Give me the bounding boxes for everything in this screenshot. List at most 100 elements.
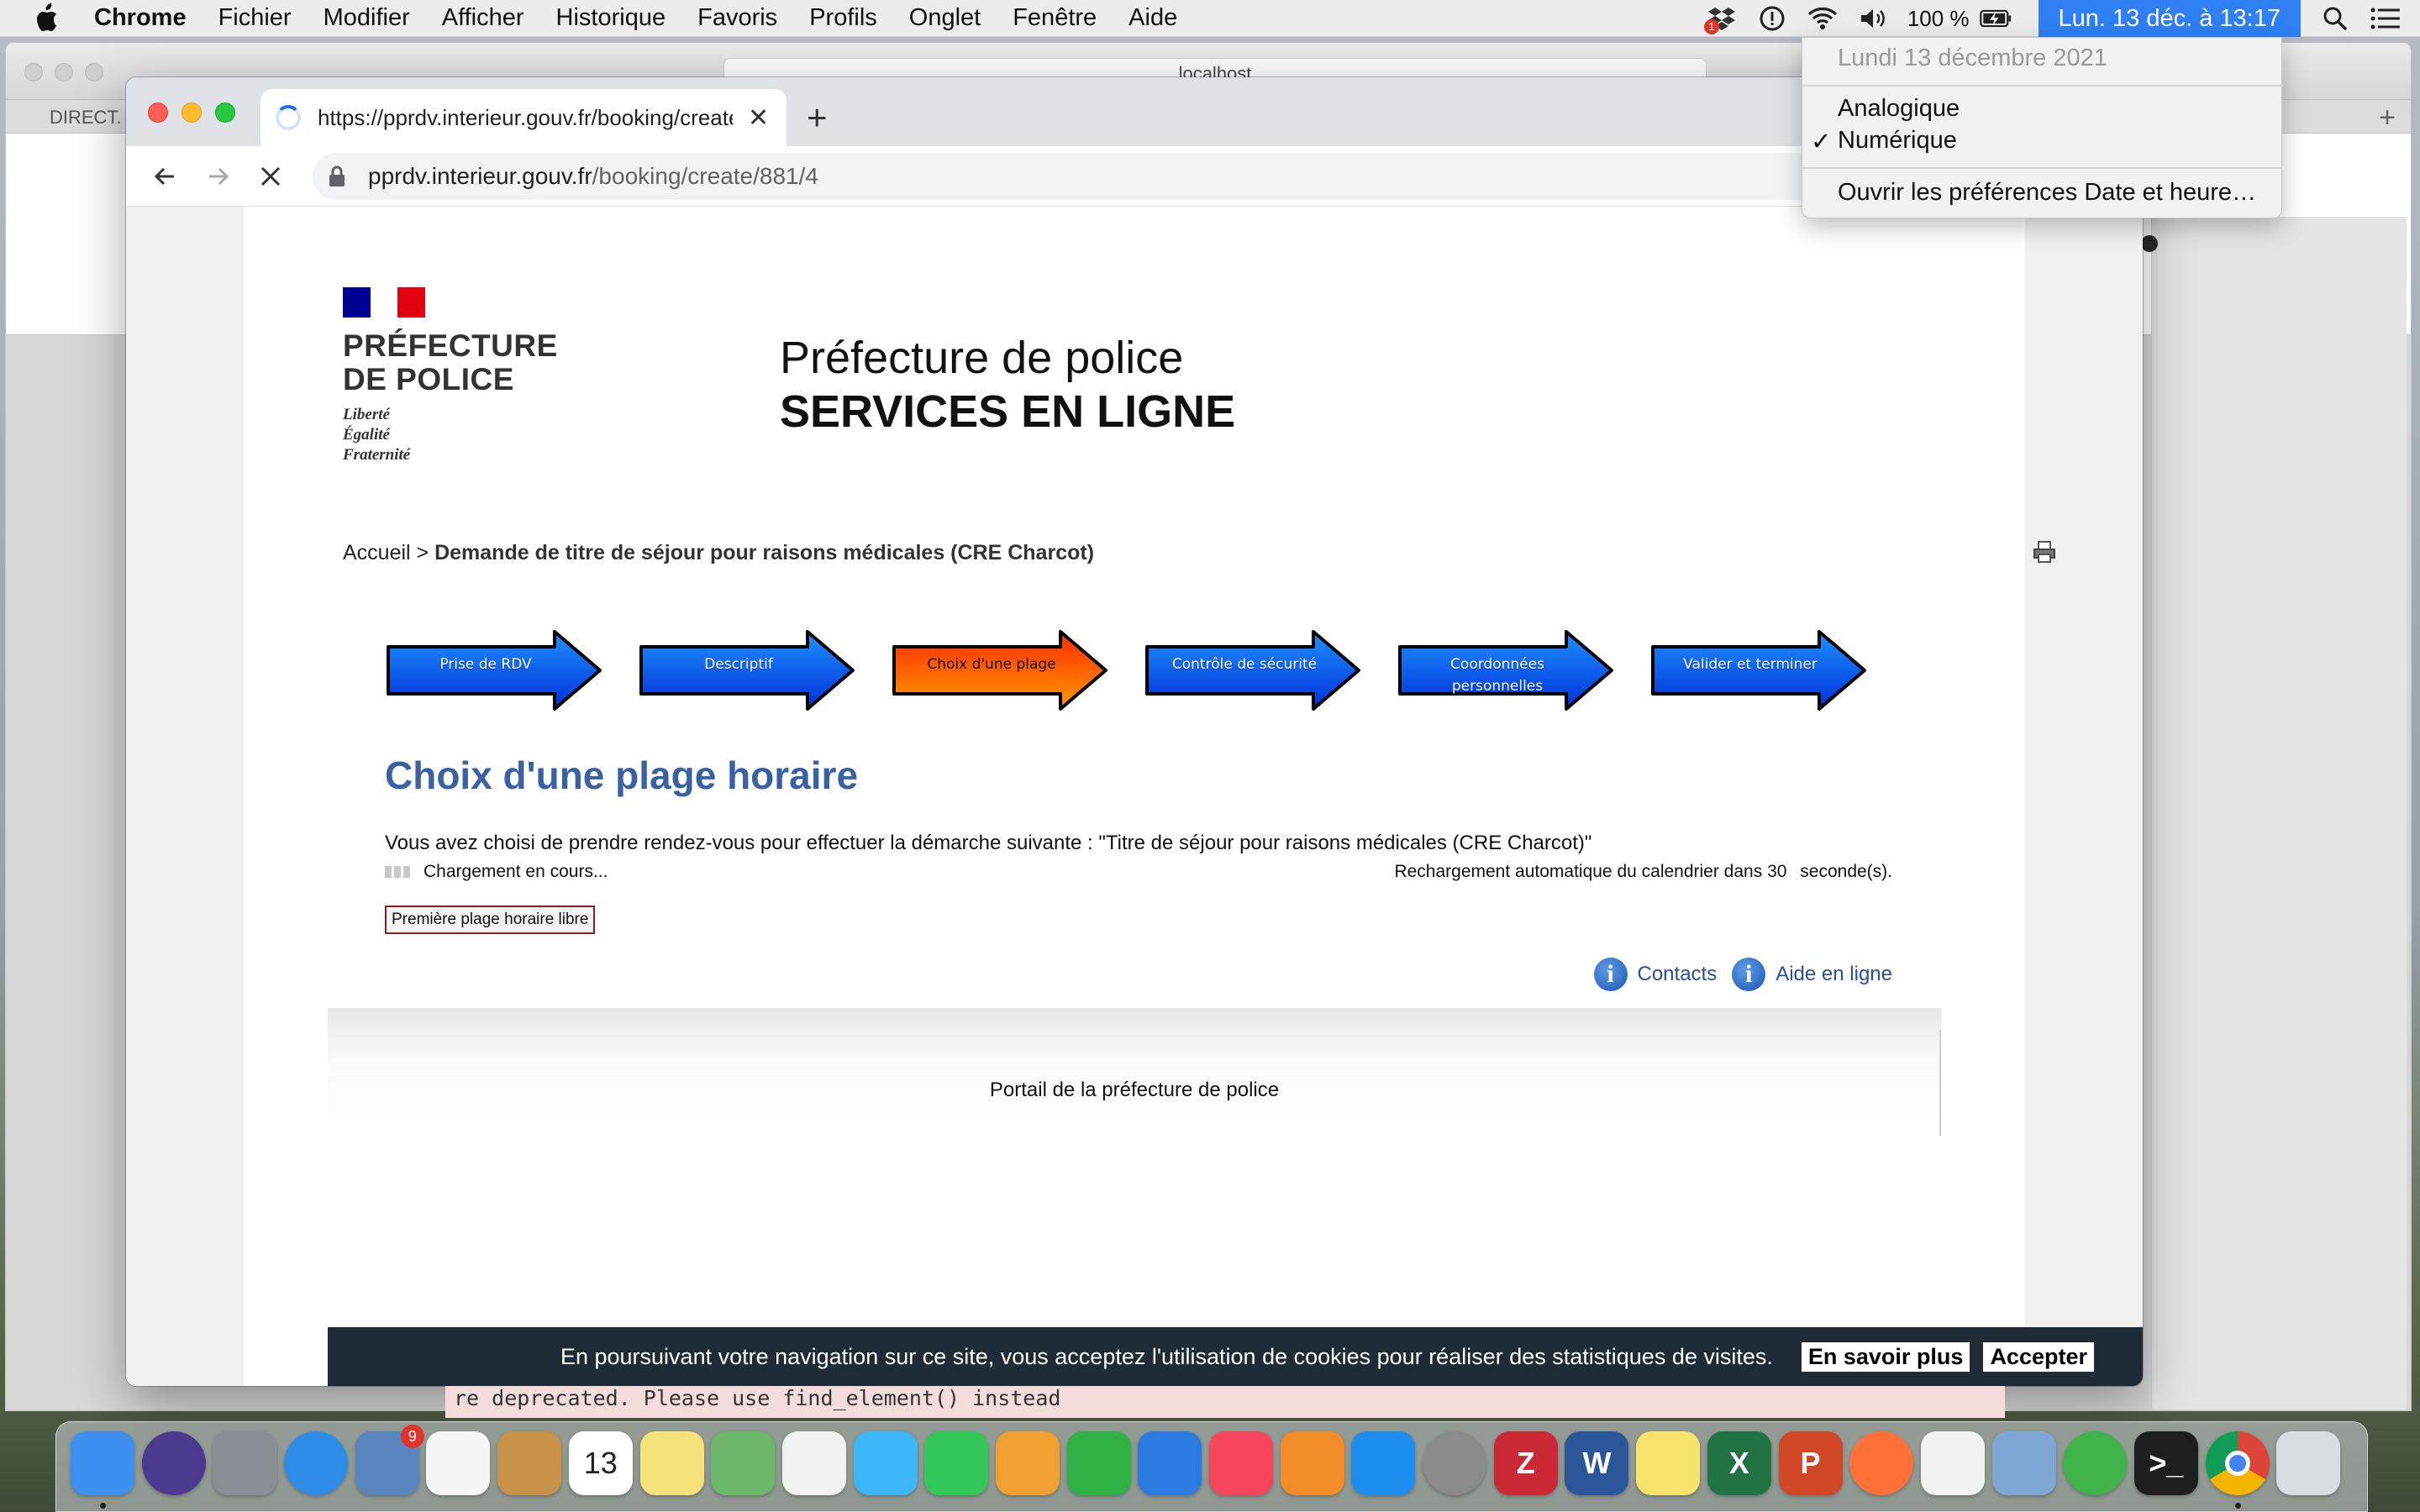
zoom-window-button[interactable] (215, 102, 235, 123)
apple-menu-icon[interactable] (34, 3, 59, 34)
online-help-link[interactable]: i Aide en ligne (1732, 958, 1892, 991)
info-icon: i (1732, 958, 1766, 991)
menu-fichier[interactable]: Fichier (218, 4, 292, 32)
excel-icon[interactable]: X (1707, 1431, 1771, 1495)
step-coordonnees: Coordonnées personnelles (1397, 628, 1617, 712)
notification-center-icon[interactable] (2370, 4, 2402, 33)
new-tab-button[interactable]: + (807, 97, 828, 138)
wifi-icon[interactable] (1807, 4, 1839, 33)
dropdown-separator (1802, 167, 2283, 169)
menu-modifier[interactable]: Modifier (324, 4, 410, 32)
menu-favoris[interactable]: Favoris (697, 4, 777, 32)
forward-arrow-icon (209, 167, 229, 186)
contacts-icon[interactable] (497, 1431, 562, 1495)
french-flag-icon (343, 287, 426, 318)
textedit-icon[interactable] (1920, 1431, 1985, 1495)
books-icon[interactable] (1280, 1431, 1344, 1495)
trash-icon[interactable] (2276, 1431, 2341, 1495)
background-side-panel (2151, 217, 2407, 1410)
volume-icon[interactable] (1857, 4, 1889, 33)
motto-egalite: Égalité (343, 426, 390, 444)
pages-icon[interactable] (995, 1431, 1060, 1495)
back-button[interactable] (148, 160, 182, 193)
battery-charging-icon[interactable] (1979, 4, 2012, 33)
launchpad-icon[interactable] (213, 1431, 277, 1495)
menu-profils[interactable]: Profils (809, 4, 877, 32)
menu-aide[interactable]: Aide (1128, 4, 1177, 32)
calendar-icon[interactable]: 13 (568, 1431, 633, 1495)
logo-motto: Liberté Égalité Fraternité (343, 405, 544, 465)
back-arrow-icon (154, 167, 174, 186)
loading-bars-icon (385, 866, 410, 878)
flag-red (397, 287, 426, 318)
close-tab-icon[interactable]: ✕ (748, 103, 769, 133)
notes-icon[interactable] (639, 1431, 704, 1495)
minimize-window-button[interactable] (182, 102, 202, 123)
forward-button[interactable] (202, 160, 235, 193)
menu-afficher[interactable]: Afficher (442, 4, 524, 32)
close-window-button[interactable] (148, 102, 168, 123)
step-choix-plage: Choix d'une plage (891, 628, 1111, 712)
dropbox-icon[interactable]: 1 (1703, 4, 1738, 34)
terminal-icon[interactable]: >_ (2133, 1431, 2198, 1495)
zotero-icon[interactable]: Z (1493, 1431, 1558, 1495)
help-links: i Contacts i Aide en ligne (1579, 958, 1892, 991)
portal-link[interactable]: Portail de la préfecture de police (244, 1079, 2025, 1102)
safari-icon[interactable] (284, 1431, 349, 1495)
flag-blue (343, 287, 371, 318)
reminders-icon[interactable] (426, 1431, 491, 1495)
alert-icon[interactable] (1756, 4, 1788, 33)
learn-more-button[interactable]: En savoir plus (1801, 1341, 1970, 1372)
numbers-icon[interactable] (1066, 1431, 1131, 1495)
first-free-slot-button[interactable]: Première plage horaire libre (385, 906, 596, 934)
siri-icon[interactable] (141, 1431, 206, 1495)
dropdown-separator (1802, 85, 2283, 87)
powerpoint-icon[interactable]: P (1778, 1431, 1843, 1495)
logo-line-2: DE POLICE (343, 362, 514, 396)
open-date-time-preferences[interactable]: Ouvrir les préférences Date et heure… (1838, 179, 2256, 207)
clock-dropdown-menu: Lundi 13 décembre 2021 Analogique ✓ Numé… (1802, 37, 2283, 218)
menu-historique[interactable]: Historique (556, 4, 666, 32)
menu-fenetre[interactable]: Fenêtre (1013, 4, 1097, 32)
chrome-icon[interactable] (2205, 1431, 2270, 1495)
activity-monitor-icon[interactable] (2063, 1431, 2128, 1495)
menu-app-name[interactable]: Chrome (94, 4, 187, 32)
breadcrumb-current: Demande de titre de séjour pour raisons … (434, 541, 1095, 564)
menu-bar: Chrome Fichier Modifier Afficher Histori… (0, 0, 2420, 37)
preview-icon[interactable] (1991, 1431, 2056, 1495)
keynote-icon[interactable] (1138, 1431, 1202, 1495)
firefox-icon[interactable] (1849, 1431, 1914, 1495)
stop-loading-button[interactable] (254, 160, 287, 193)
contacts-link[interactable]: i Contacts (1593, 958, 1717, 991)
app-store-icon[interactable] (1351, 1431, 1416, 1495)
facetime-icon[interactable] (924, 1431, 989, 1495)
lock-icon (329, 165, 345, 186)
menu-bar-clock[interactable]: Lun. 13 déc. à 13:17 (2038, 0, 2301, 37)
photos-icon[interactable] (781, 1431, 846, 1495)
system-preferences-icon[interactable] (1423, 1431, 1487, 1495)
prefecture-logo[interactable]: PRÉFECTURE DE POLICE Liberté Égalité Fra… (343, 287, 557, 465)
address-bar[interactable]: pprdv.interieur.gouv.fr/booking/create/8… (313, 153, 1960, 200)
accept-cookies-button[interactable]: Accepter (1983, 1341, 2094, 1372)
page-heading: Choix d'une plage horaire (385, 753, 859, 797)
reload-prefix: Rechargement automatique du calendrier d… (1394, 862, 1763, 881)
word-icon[interactable]: W (1565, 1431, 1629, 1495)
clock-digital-option[interactable]: Numérique (1838, 127, 1957, 155)
dock-icon-label: 13 (583, 1446, 618, 1480)
stickies-icon[interactable] (1636, 1431, 1701, 1495)
active-tab[interactable]: https://pprdv.interieur.gouv.fr/booking/… (260, 89, 786, 146)
finder-icon[interactable] (71, 1431, 134, 1495)
mail-icon[interactable]: 9 (355, 1425, 424, 1495)
step-label: Coordonnées personnelles (1450, 656, 1544, 695)
cookie-message: En poursuivant votre navigation sur ce s… (560, 1343, 1773, 1369)
breadcrumb-home-link[interactable]: Accueil (343, 541, 411, 564)
background-new-tab-button[interactable]: + (2379, 102, 2396, 134)
step-label: Choix d'une plage (927, 656, 1056, 673)
messages-icon[interactable] (853, 1431, 918, 1495)
music-icon[interactable] (1209, 1431, 1273, 1495)
spotlight-search-icon[interactable] (2319, 4, 2351, 33)
menu-onglet[interactable]: Onglet (909, 4, 981, 32)
clock-analog-option[interactable]: Analogique (1838, 95, 1960, 123)
print-icon[interactable] (2032, 539, 2057, 564)
maps-icon[interactable] (711, 1431, 776, 1495)
